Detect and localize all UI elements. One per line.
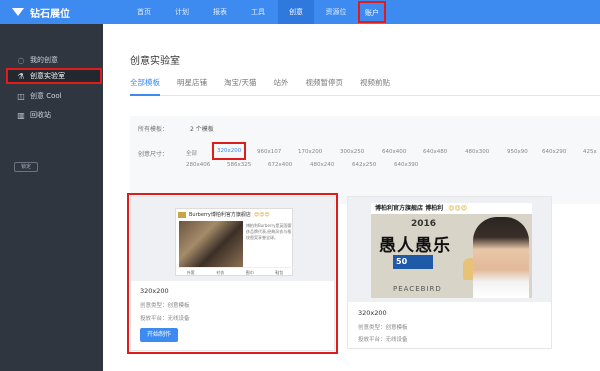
- sidebar-item-recycle-bin[interactable]: ▥ 回收站: [6, 107, 102, 123]
- banner-year: 2016: [411, 219, 437, 229]
- size-option[interactable]: 280x406: [186, 162, 210, 168]
- size-option[interactable]: 672x400: [268, 162, 292, 168]
- banner-footer-item: 鞋包: [275, 270, 284, 275]
- app-logo[interactable]: 钻石展位: [12, 0, 70, 24]
- tab-taobao-tmall[interactable]: 淘宝/天猫: [224, 74, 257, 96]
- top-nav: 首页 计划 报表 工具 创意 资源位 账户: [128, 0, 386, 24]
- sidebar-item-label: 回收站: [30, 111, 51, 119]
- main-content: 创意实验室 全部模板 明星店铺 淘宝/天猫 站外 视频暂停页 视频前贴 所有模板…: [103, 24, 600, 371]
- banner-text: 博柏利Burberry是英国奢侈品牌代表,经典风衣与格纹图案享誉全球。: [246, 223, 292, 240]
- tab-offsite[interactable]: 站外: [274, 74, 289, 96]
- template-card[interactable]: 博柏利官方旗舰店 博柏利 😍😍😍 2016 愚人愚乐 50 PEACEBIRD …: [347, 196, 552, 349]
- size-option[interactable]: 642x250: [352, 162, 376, 168]
- banner-photo: [179, 221, 243, 267]
- banner-header: Burberry博柏利官方旗舰店 😍😍😍: [176, 209, 294, 220]
- nav-creative[interactable]: 创意: [278, 0, 314, 24]
- banner-footer: 外套 衬衣 围巾 鞋包: [176, 267, 294, 277]
- banner-headline: 愚人愚乐: [379, 236, 451, 256]
- sidebar-item-label: 创意 Cool: [30, 92, 62, 100]
- size-option[interactable]: 640x290: [542, 149, 566, 155]
- banner-footer-item: 衬衣: [216, 270, 225, 275]
- banner-heading: Burberry博柏利官方旗舰店: [189, 212, 251, 218]
- banner-preview: 博柏利官方旗舰店 博柏利 😍😍😍 2016 愚人愚乐 50 PEACEBIRD: [371, 203, 532, 298]
- nav-report[interactable]: 报表: [204, 0, 236, 24]
- size-option[interactable]: 300x250: [340, 149, 364, 155]
- banner-footer-item: 外套: [186, 270, 195, 275]
- size-option-320x200[interactable]: 320x200: [212, 142, 247, 160]
- sidebar-item-label: 创意实验室: [30, 72, 65, 80]
- nav-plan[interactable]: 计划: [166, 0, 198, 24]
- size-option[interactable]: 960x107: [257, 149, 281, 155]
- size-option-all[interactable]: 全部: [186, 149, 197, 157]
- size-option[interactable]: 950x90: [507, 149, 528, 155]
- card-type: 创意类型：创意模板: [358, 325, 408, 331]
- banner-emoji: 😍😍😍: [253, 211, 270, 218]
- size-option[interactable]: 586x325: [227, 162, 251, 168]
- card-type: 创意类型：创意模板: [140, 303, 190, 309]
- page-title: 创意实验室: [130, 56, 180, 67]
- lock-button[interactable]: 锁定: [14, 162, 38, 172]
- size-option[interactable]: 640x400: [382, 149, 406, 155]
- trash-icon: ▥: [17, 110, 25, 120]
- tab-video-pause[interactable]: 视频暂停页: [306, 74, 344, 96]
- sidebar-item-my-creative[interactable]: ◌ 我的创意: [6, 52, 102, 68]
- size-option[interactable]: 480x240: [310, 162, 334, 168]
- top-navbar: 钻石展位 首页 计划 报表 工具 创意 资源位 账户: [0, 0, 600, 24]
- nav-account[interactable]: 账户: [358, 1, 386, 23]
- card-platform: 投放平台：无线设备: [358, 337, 408, 343]
- sidebar: ◌ 我的创意 ⚗ 创意实验室 ◫ 创意 Cool ▥ 回收站 锁定: [0, 24, 103, 371]
- cool-icon: ◫: [17, 91, 25, 101]
- size-option[interactable]: 170x200: [298, 149, 322, 155]
- nav-resource[interactable]: 资源位: [318, 0, 354, 24]
- start-creating-button[interactable]: 开始制作: [140, 328, 178, 342]
- tab-video-preroll[interactable]: 视频前贴: [360, 74, 390, 96]
- banner-footer-item: 围巾: [245, 270, 254, 275]
- brand-logo-icon: [178, 211, 186, 218]
- app-logo-text: 钻石展位: [30, 8, 70, 20]
- template-card[interactable]: Burberry博柏利官方旗舰店 😍😍😍 博柏利Burberry是英国奢侈品牌代…: [130, 196, 335, 351]
- size-label: 创意尺寸：: [138, 151, 169, 158]
- sidebar-item-creative-lab[interactable]: ⚗ 创意实验室: [6, 68, 102, 84]
- banner-preview: Burberry博柏利官方旗舰店 😍😍😍 博柏利Burberry是英国奢侈品牌代…: [175, 208, 294, 277]
- template-preview: 博柏利官方旗舰店 博柏利 😍😍😍 2016 愚人愚乐 50 PEACEBIRD: [348, 197, 551, 302]
- banner-heading: 博柏利官方旗舰店 博柏利: [375, 205, 444, 212]
- size-option[interactable]: 425x: [583, 149, 597, 155]
- banner-tag: 50: [393, 255, 433, 269]
- banner-header: 博柏利官方旗舰店 博柏利 😍😍😍: [371, 203, 532, 214]
- template-count: 2 个模板: [190, 126, 214, 133]
- card-title: 320x200: [140, 287, 169, 295]
- sidebar-item-creative-cool[interactable]: ◫ 创意 Cool: [6, 88, 102, 104]
- template-tabs: 全部模板 明星店铺 淘宝/天猫 站外 视频暂停页 视频前贴: [130, 74, 600, 96]
- size-option[interactable]: 640x480: [423, 149, 447, 155]
- card-title: 320x200: [358, 309, 387, 317]
- filter-panel: 所有模板： 2 个模板 创意尺寸： 全部 320x200 960x107 170…: [130, 116, 600, 204]
- tab-all-templates[interactable]: 全部模板: [130, 74, 160, 96]
- nav-home[interactable]: 首页: [128, 0, 160, 24]
- nav-tools[interactable]: 工具: [242, 0, 274, 24]
- banner-emoji: 😍😍😍: [448, 205, 467, 212]
- flask-icon: ⚗: [17, 71, 25, 81]
- card-platform: 投放平台：无线设备: [140, 316, 190, 322]
- size-option[interactable]: 480x300: [465, 149, 489, 155]
- diamond-icon: [12, 8, 24, 16]
- all-templates-label: 所有模板：: [138, 126, 169, 133]
- template-preview: Burberry博柏利官方旗舰店 😍😍😍 博柏利Burberry是英国奢侈品牌代…: [131, 197, 334, 281]
- model-photo: [473, 217, 529, 298]
- lightbulb-icon: ◌: [17, 55, 25, 65]
- banner-brand: PEACEBIRD: [393, 285, 442, 293]
- tab-star-shops[interactable]: 明星店铺: [177, 74, 207, 96]
- size-option[interactable]: 640x390: [394, 162, 418, 168]
- sidebar-item-label: 我的创意: [30, 56, 58, 64]
